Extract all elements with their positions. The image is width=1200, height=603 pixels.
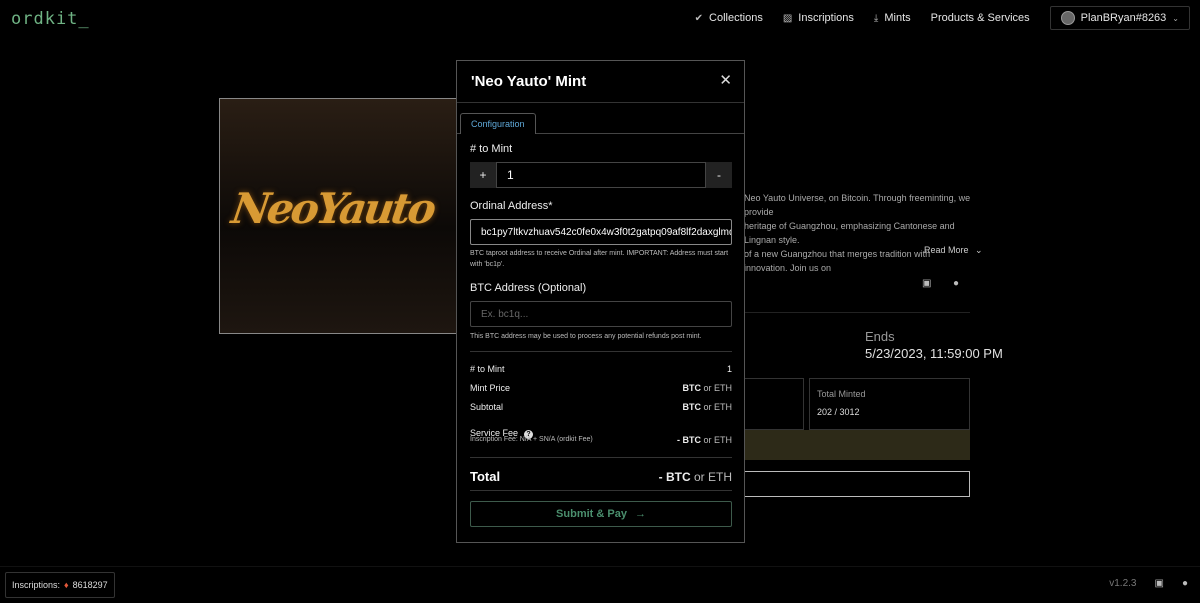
flame-icon: ♦ <box>64 580 69 590</box>
ordkit-logo[interactable]: ordkit_ <box>11 9 90 29</box>
total-minted-value: 202 / 3012 <box>817 407 860 417</box>
nav-mints[interactable]: ⤓ Mints <box>874 12 911 24</box>
download-icon: ⤓ <box>873 12 879 24</box>
ordinal-address-help: BTC taproot address to receive Ordinal a… <box>470 250 729 268</box>
decrement-button[interactable]: - <box>706 162 732 188</box>
btc-address-help: This BTC address may be used to process … <box>470 333 702 340</box>
total-eth: ETH <box>708 469 732 484</box>
top-nav: ✔ Collections ▨ Inscriptions ⤓ Mints Pro… <box>695 6 1190 30</box>
fee-or: or <box>703 435 712 445</box>
total-row: Total - BTC or ETH <box>470 469 732 484</box>
nav-mints-label: Mints <box>884 12 911 24</box>
total-or: or <box>693 469 705 484</box>
subtotal-row: Subtotal BTC or ETH <box>470 402 732 412</box>
num-to-mint-label: # to Mint <box>470 143 513 155</box>
footer-links: v1.2.3 ▣ ● <box>1109 578 1188 589</box>
divider <box>470 457 732 458</box>
avatar <box>1060 11 1075 25</box>
progress-bar <box>744 430 970 460</box>
divider <box>470 490 732 491</box>
total-btc: - BTC <box>658 469 691 484</box>
quantity-stepper: + 1 - <box>470 162 732 188</box>
collection-logo-art: NeoYauto <box>228 184 437 233</box>
nav-inscriptions[interactable]: ▨ Inscriptions <box>783 12 854 24</box>
summary-num-value: 1 <box>726 364 732 374</box>
btc-address-label: BTC Address (Optional) <box>470 282 587 294</box>
collection-description: Neo Yauto Universe, on Bitcoin. Through … <box>744 191 974 275</box>
quantity-input[interactable]: 1 <box>496 162 706 188</box>
nav-products-services[interactable]: Products & Services <box>931 12 1030 24</box>
ordinal-address-input[interactable]: bc1py7ltkvzhuav542c0fe0x4w3f0t2gatpq09af… <box>470 219 732 245</box>
divider <box>744 312 970 313</box>
read-more-link[interactable]: Read More ⌄ <box>924 245 983 256</box>
mint-price-value: BTC or ETH <box>682 383 732 393</box>
collection-image: NeoYauto <box>219 98 459 334</box>
ordinal-address-label: Ordinal Address* <box>470 200 553 212</box>
nav-inscriptions-label: Inscriptions <box>798 12 854 24</box>
chevron-down-icon: ⌄ <box>1172 13 1179 23</box>
subtotal-btc: BTC <box>682 402 701 412</box>
description-line: Neo Yauto Universe, on Bitcoin. Through … <box>744 193 971 217</box>
total-label: Total <box>470 469 501 484</box>
modal-title: 'Neo Yauto' Mint <box>471 73 587 90</box>
btc-address-input[interactable]: Ex. bc1q... <box>470 301 732 327</box>
discord-icon[interactable]: ▣ <box>922 278 931 289</box>
total-value: - BTC or ETH <box>659 470 732 484</box>
mint-price-row: Mint Price BTC or ETH <box>470 383 732 393</box>
description-line: heritage of Guangzhou, emphasizing Canto… <box>744 221 955 245</box>
twitter-icon[interactable]: ● <box>1182 578 1188 589</box>
inscriptions-count: 8618297 <box>72 580 108 590</box>
fee-eth: ETH <box>714 435 732 445</box>
tab-configuration[interactable]: Configuration <box>460 113 536 134</box>
inscription-fee-note: Inscription Fee: N/A + SN/A (ordkit Fee) <box>470 436 593 443</box>
nav-collections-label: Collections <box>709 12 763 24</box>
mint-price-label: Mint Price <box>470 383 511 393</box>
inscriptions-counter: Inscriptions: ♦ 8618297 <box>5 572 115 598</box>
service-fee-value: - BTC or ETH <box>677 435 732 445</box>
price-btc: BTC <box>682 383 701 393</box>
fee-btc: - BTC <box>676 435 701 445</box>
check-badge-icon: ✔ <box>694 12 704 24</box>
tab-bar: Configuration <box>457 113 744 134</box>
submit-label: Submit & Pay <box>556 508 627 520</box>
image-icon: ▨ <box>782 12 793 24</box>
discord-icon[interactable]: ▣ <box>1155 578 1164 589</box>
inscriptions-label: Inscriptions: <box>12 580 61 590</box>
chevron-down-icon: ⌄ <box>975 245 983 255</box>
nav-products-label: Products & Services <box>930 12 1030 24</box>
ends-label: Ends <box>865 329 895 344</box>
stat-card <box>744 378 804 430</box>
close-icon[interactable]: ✕ <box>719 71 732 89</box>
total-minted-label: Total Minted <box>817 389 866 399</box>
increment-button[interactable]: + <box>470 162 496 188</box>
price-or: or <box>703 383 712 393</box>
price-eth: ETH <box>714 383 732 393</box>
ends-date: 5/23/2023, 11:59:00 PM <box>865 346 1003 361</box>
footer-divider <box>0 566 1200 567</box>
arrow-right-icon: → <box>634 508 646 520</box>
username: PlanBRyan#8263 <box>1080 12 1167 24</box>
modal-header: 'Neo Yauto' Mint ✕ <box>457 61 744 103</box>
mint-button[interactable] <box>744 471 970 497</box>
summary-num-row: # to Mint 1 <box>470 364 732 374</box>
read-more-label: Read More <box>924 245 969 255</box>
nav-collections[interactable]: ✔ Collections <box>695 12 763 24</box>
submit-pay-button[interactable]: Submit & Pay → <box>470 501 732 527</box>
total-minted-card <box>809 378 970 430</box>
version-text: v1.2.3 <box>1109 578 1137 589</box>
subtotal-or: or <box>703 402 712 412</box>
twitter-icon[interactable]: ● <box>953 278 959 289</box>
subtotal-eth: ETH <box>714 402 732 412</box>
subtotal-value: BTC or ETH <box>682 402 732 412</box>
user-menu[interactable]: PlanBRyan#8263 ⌄ <box>1049 6 1190 30</box>
divider <box>470 351 732 352</box>
summary-num-label: # to Mint <box>470 364 505 374</box>
subtotal-label: Subtotal <box>470 402 504 412</box>
mint-modal: 'Neo Yauto' Mint ✕ Configuration # to Mi… <box>456 60 745 543</box>
